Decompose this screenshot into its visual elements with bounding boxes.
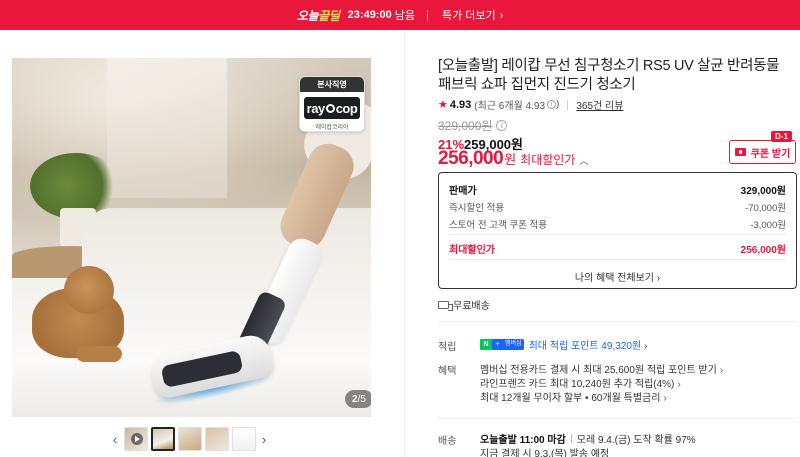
deal-banner: 오늘끝딜 23:49:00 남음 특가 더보기 ›: [0, 0, 800, 30]
thumbnail-strip: ‹ ›: [108, 427, 271, 451]
delivery-dispatch: 지금 결제 시 9.3.(목) 발송 예정: [480, 449, 610, 457]
price-row-value: 329,000원: [740, 186, 786, 197]
logo-o-mark: [325, 103, 335, 113]
chevron-right-icon: ›: [677, 379, 681, 390]
rating-row: ★ 4.93 (최근 6개월 4.93 i ) 365건 리뷰: [438, 97, 623, 113]
benefit-item-line-friends-card[interactable]: 라인프렌즈 카드 최대 10,240원 추가 적립(4%) ›: [480, 375, 681, 390]
price-row-list: 판매가 329,000원: [449, 182, 786, 197]
coupon-icon: [734, 148, 746, 156]
max-discount-amount: 256,000: [438, 148, 504, 169]
price-box-divider: [449, 234, 786, 235]
original-price-value: 329,000원: [438, 119, 493, 133]
review-count-link[interactable]: 365건 리뷰: [576, 97, 623, 112]
delivery-arrival: 모레 9.4.(금) 도착 확률 97%: [576, 435, 696, 446]
coupon-dday-badge: D-1: [771, 131, 792, 142]
benefit-item-installment[interactable]: 최대 12개월 무이자 할부 • 60개월 특별금리 ›: [480, 389, 667, 404]
free-shipping: 무료배송: [438, 297, 490, 312]
image-window: [107, 58, 227, 198]
npay-plus-mark: +: [492, 339, 503, 350]
brand-badge-sub: 레이캅코리아: [315, 125, 349, 131]
star-icon: ★: [438, 99, 448, 111]
benefits-label: 혜택: [438, 366, 457, 377]
more-deals-link[interactable]: 특가 더보기 ›: [442, 7, 503, 23]
coupon-button-label: 쿠폰 받기: [750, 148, 791, 160]
naver-membership-badge: N + 멤버십: [480, 339, 524, 350]
column-divider: [404, 30, 405, 457]
product-title: [오늘출발] 레이캅 무선 침구청소기 RS5 UV 살균 반려동물 패브릭 쇼…: [438, 58, 780, 93]
price-row-instant-discount: 즉시할인 적용 -70,000원: [449, 200, 786, 214]
deal-timer: 23:49:00: [347, 9, 392, 21]
raycop-logo: ray cop: [304, 97, 360, 119]
original-price: 329,000원 i: [438, 117, 508, 134]
image-counter: 2/5: [345, 390, 371, 408]
free-shipping-label: 무료배송: [453, 301, 490, 312]
price-row-label: 스토어 전 고객 쿠폰 적용: [449, 220, 547, 231]
chevron-left-icon[interactable]: ‹: [108, 432, 122, 447]
section-divider: [438, 321, 797, 322]
price-row-value: -3,000원: [750, 220, 786, 231]
thumbnail-3[interactable]: [177, 427, 202, 451]
chevron-right-icon: ›: [644, 341, 648, 352]
rating-divider: [567, 99, 569, 110]
deal-timer-suffix: 남음: [394, 10, 415, 22]
play-icon: [130, 433, 143, 445]
delivery-cutoff: 오늘출발 11:00 마감: [480, 435, 566, 446]
price-row-store-coupon: 스토어 전 고객 쿠폰 적용 -3,000원: [449, 217, 786, 231]
rating-detail: (최근 6개월 4.93: [474, 101, 546, 112]
max-discount-won: 원: [504, 152, 517, 167]
price-row-value: -70,000원: [745, 203, 786, 214]
price-box-divider: [449, 259, 786, 260]
delivery-dispatch-row: 지금 결제 시 9.3.(목) 발송 예정: [480, 445, 609, 457]
chevron-right-icon[interactable]: ›: [257, 432, 271, 447]
banner-divider: [426, 9, 428, 21]
chevron-right-icon: ›: [719, 365, 724, 376]
product-main-image[interactable]: 본사직영 ray cop 레이캅코리아 2/5: [12, 58, 371, 417]
max-points-link[interactable]: 최대 적립 포인트 49,320원 ›: [529, 337, 648, 352]
today-deal-logo: 오늘끝딜: [296, 8, 340, 23]
delivery-label: 배송: [438, 436, 457, 447]
benefit-item-membership-card[interactable]: 멤버십 전용카드 결제 시 최대 25,600원 적립 포인트 받기 ›: [480, 361, 723, 376]
max-discount-price[interactable]: 256,000 원 최대할인가 ︿: [438, 148, 588, 170]
price-row-label: 즉시할인 적용: [449, 203, 505, 214]
delivery-cutoff-row: 오늘출발 11:00 마감 모레 9.4.(금) 도착 확률 97%: [480, 431, 696, 446]
npay-membership-mark: 멤버십: [503, 339, 524, 350]
price-breakdown-box: 판매가 329,000원 즉시할인 적용 -70,000원 스토어 전 고객 쿠…: [438, 172, 797, 289]
image-dog-paw: [76, 346, 122, 362]
all-benefits-link[interactable]: 나의 혜택 전체보기 ›: [439, 269, 796, 284]
points-label: 적립: [438, 342, 457, 353]
points-row: N + 멤버십 최대 적립 포인트 49,320원 ›: [480, 337, 647, 352]
price-row-label: 판매가: [449, 186, 477, 197]
brand-badge-tag: 본사직영: [300, 77, 364, 92]
thumbnail-1[interactable]: [123, 427, 148, 451]
brand-badge: 본사직영 ray cop 레이캅코리아: [299, 76, 365, 132]
truck-icon: [438, 300, 453, 311]
info-icon[interactable]: i: [496, 120, 508, 131]
chevron-up-icon: ︿: [579, 156, 589, 166]
thumbnail-5[interactable]: [231, 427, 256, 451]
info-icon[interactable]: i: [547, 100, 557, 109]
price-final-value: 256,000원: [740, 245, 786, 256]
rating-score: 4.93: [449, 98, 472, 111]
thumbnail-4[interactable]: [204, 427, 229, 451]
delivery-divider: [570, 434, 572, 443]
chevron-right-icon: ›: [656, 273, 661, 284]
chevron-right-icon: ›: [499, 10, 504, 22]
rating-detail-close: ): [556, 99, 560, 110]
price-row-final: 최대할인가 256,000원: [449, 241, 786, 256]
image-dog-head: [64, 266, 114, 314]
thumbnail-2[interactable]: [150, 427, 175, 451]
price-final-label: 최대할인가: [449, 245, 495, 256]
npay-n-mark: N: [480, 339, 492, 350]
chevron-right-icon: ›: [663, 393, 667, 404]
max-discount-label: 최대할인가: [520, 153, 576, 167]
section-divider: [438, 418, 797, 419]
coupon-button[interactable]: 쿠폰 받기: [729, 140, 796, 164]
